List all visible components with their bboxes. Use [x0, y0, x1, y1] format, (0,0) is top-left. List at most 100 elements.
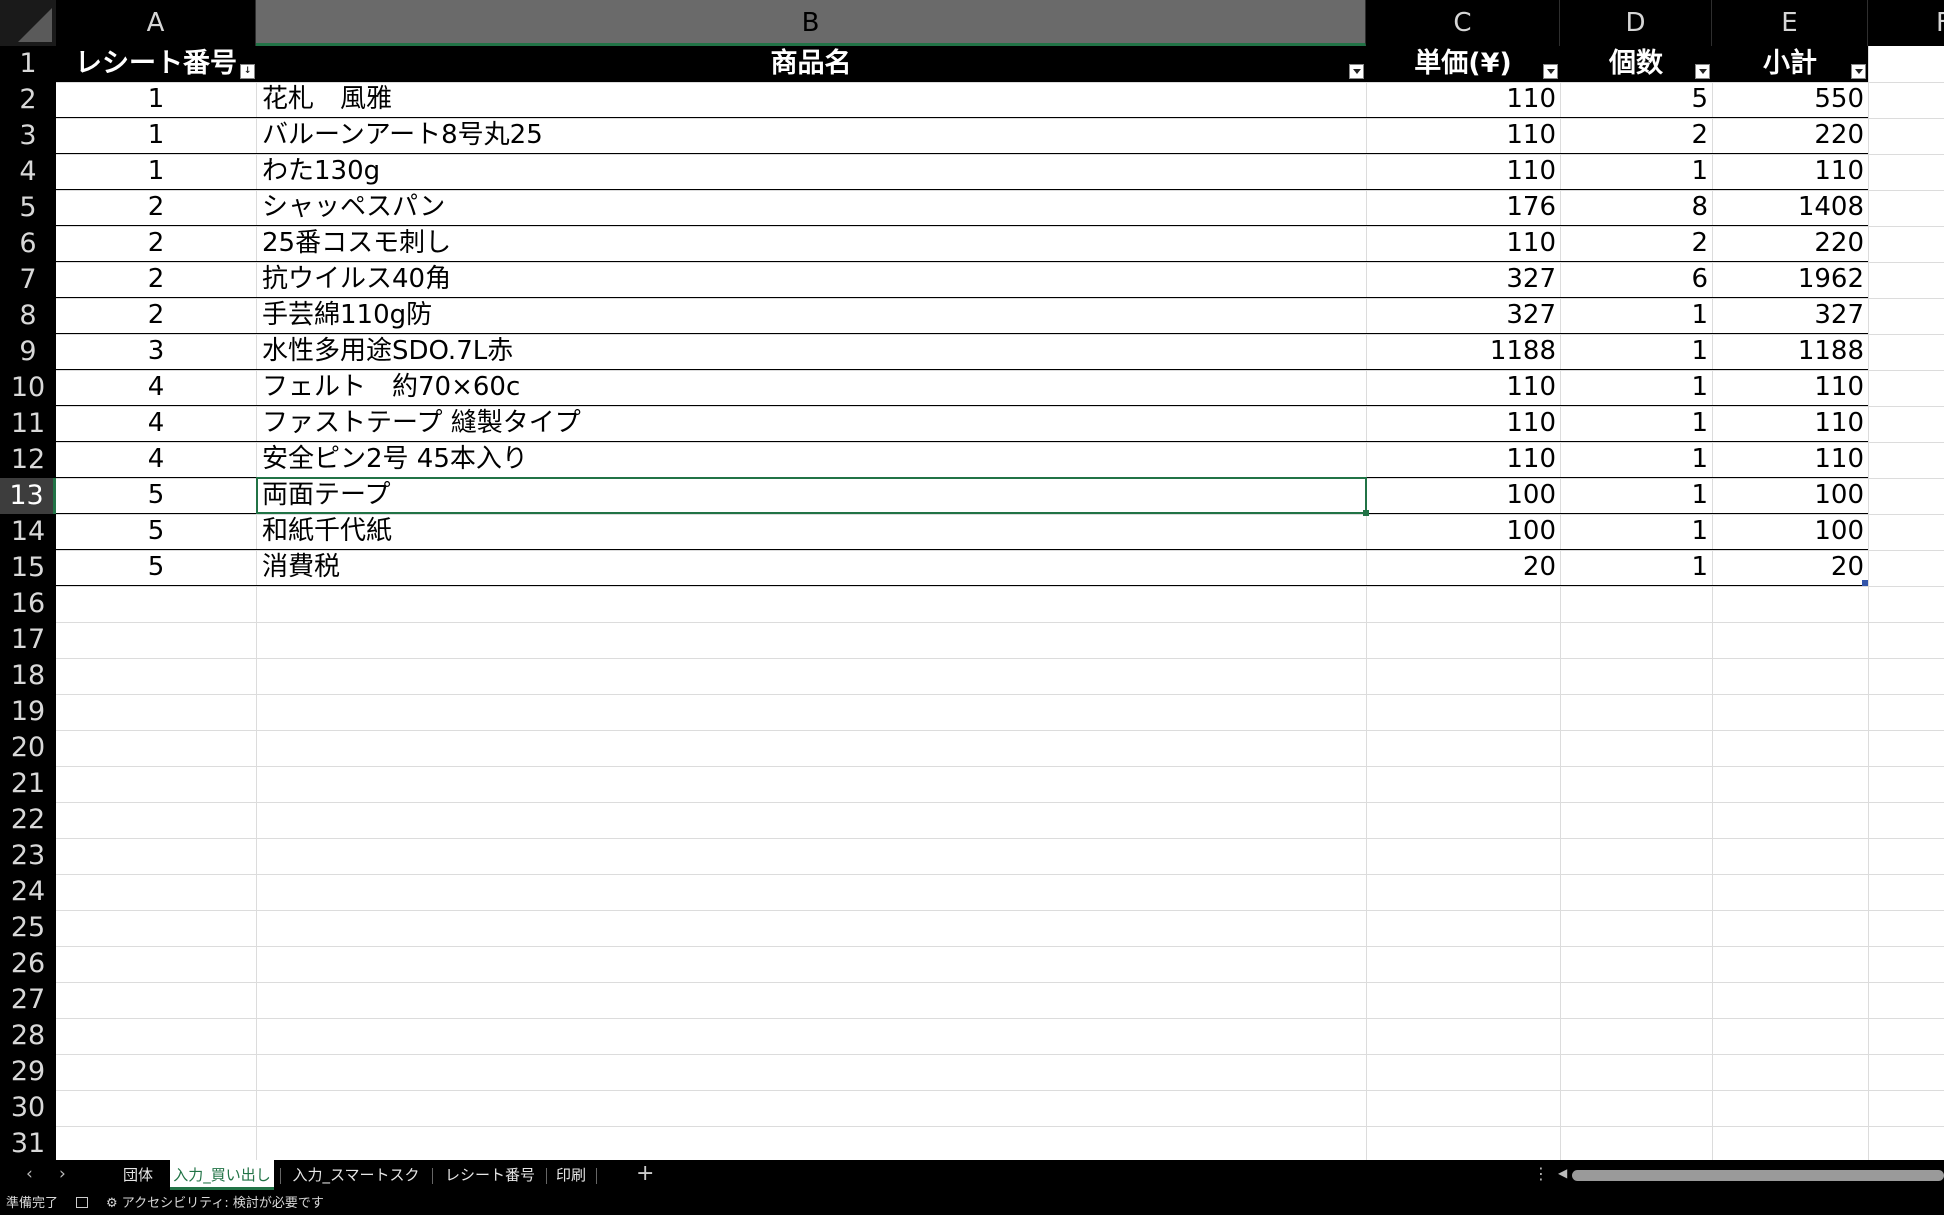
cell-subtotal[interactable]: 220: [1712, 226, 1868, 262]
row-header[interactable]: 8: [0, 298, 56, 334]
cell-unit-price[interactable]: 20: [1366, 550, 1560, 586]
table-header-product-name[interactable]: 商品名: [256, 46, 1366, 82]
cell-unit-price[interactable]: 110: [1366, 370, 1560, 406]
column-header-d[interactable]: D: [1560, 0, 1712, 46]
row-header[interactable]: 6: [0, 226, 56, 262]
cell-unit-price[interactable]: 110: [1366, 226, 1560, 262]
cell-product-name[interactable]: バルーンアート8号丸25: [256, 118, 1366, 154]
row-header[interactable]: 5: [0, 190, 56, 226]
sheet-tab-dantai[interactable]: 団体: [112, 1160, 164, 1190]
cell-quantity[interactable]: 1: [1560, 406, 1712, 442]
cell-unit-price[interactable]: 110: [1366, 154, 1560, 190]
cell-receipt-no[interactable]: 5: [56, 514, 256, 550]
cell-quantity[interactable]: 1: [1560, 478, 1712, 514]
column-header-f[interactable]: F: [1868, 0, 1944, 46]
cell-receipt-no[interactable]: 2: [56, 190, 256, 226]
table-header-receipt-no[interactable]: レシート番号 ↓: [56, 46, 256, 82]
cell-subtotal[interactable]: 1408: [1712, 190, 1868, 226]
cell-product-name[interactable]: シャッペスパン: [256, 190, 1366, 226]
cell-receipt-no[interactable]: 4: [56, 406, 256, 442]
filter-dropdown-icon[interactable]: [1543, 64, 1558, 79]
cell-unit-price[interactable]: 100: [1366, 478, 1560, 514]
cell-quantity[interactable]: 5: [1560, 82, 1712, 118]
sheet-tab-receipt-number[interactable]: レシート番号別: [438, 1160, 542, 1214]
cell-unit-price[interactable]: 110: [1366, 118, 1560, 154]
fill-handle[interactable]: [1363, 510, 1369, 516]
cell-subtotal[interactable]: 20: [1712, 550, 1868, 586]
cell-receipt-no[interactable]: 1: [56, 82, 256, 118]
row-header[interactable]: 12: [0, 442, 56, 478]
filter-dropdown-icon[interactable]: [1695, 64, 1710, 79]
column-header-c[interactable]: C: [1366, 0, 1560, 46]
table-resize-handle[interactable]: [1862, 580, 1868, 586]
cell-receipt-no[interactable]: 5: [56, 478, 256, 514]
cell-unit-price[interactable]: 110: [1366, 406, 1560, 442]
row-header[interactable]: 11: [0, 406, 56, 442]
select-all-corner[interactable]: [0, 0, 56, 46]
row-header[interactable]: 9: [0, 334, 56, 370]
column-header-a[interactable]: A: [56, 0, 256, 46]
cell-receipt-no[interactable]: 2: [56, 226, 256, 262]
cell-product-name[interactable]: 25番コスモ刺し: [256, 226, 1366, 262]
cell-receipt-no[interactable]: 4: [56, 442, 256, 478]
cell-subtotal[interactable]: 327: [1712, 298, 1868, 334]
cell-subtotal[interactable]: 100: [1712, 514, 1868, 550]
row-header[interactable]: 19: [0, 694, 56, 730]
add-sheet-button[interactable]: +: [636, 1161, 654, 1186]
cell-unit-price[interactable]: 110: [1366, 442, 1560, 478]
spreadsheet-grid[interactable]: A B C D E F 1 2 3 4 5 6 7 8 9 10 11 12 13 14 15 16 17 18 1…: [0, 0, 1944, 1160]
macro-record-icon[interactable]: [76, 1197, 88, 1208]
prev-sheet-button[interactable]: ‹: [26, 1164, 33, 1184]
cell-receipt-no[interactable]: 1: [56, 118, 256, 154]
cell-quantity[interactable]: 1: [1560, 550, 1712, 586]
cell-product-name[interactable]: 和紙千代紙: [256, 514, 1366, 550]
cell-unit-price[interactable]: 1188: [1366, 334, 1560, 370]
row-header[interactable]: 31: [0, 1126, 56, 1160]
cell-subtotal[interactable]: 110: [1712, 370, 1868, 406]
cell-quantity[interactable]: 1: [1560, 370, 1712, 406]
row-header[interactable]: 4: [0, 154, 56, 190]
cell-quantity[interactable]: 1: [1560, 334, 1712, 370]
row-header[interactable]: 7: [0, 262, 56, 298]
filter-dropdown-icon[interactable]: [1349, 64, 1364, 79]
cell-unit-price[interactable]: 100: [1366, 514, 1560, 550]
row-header[interactable]: 21: [0, 766, 56, 802]
row-header[interactable]: 1: [0, 46, 56, 82]
cell-quantity[interactable]: 1: [1560, 514, 1712, 550]
accessibility-status[interactable]: ⚙ アクセシビリティ: 検討が必要です: [106, 1192, 324, 1215]
row-header[interactable]: 27: [0, 982, 56, 1018]
cell-subtotal[interactable]: 550: [1712, 82, 1868, 118]
cell-subtotal[interactable]: 1962: [1712, 262, 1868, 298]
cell-subtotal[interactable]: 110: [1712, 442, 1868, 478]
row-header[interactable]: 30: [0, 1090, 56, 1126]
cell-product-name[interactable]: 水性多用途SDO.7L赤: [256, 334, 1366, 370]
row-header[interactable]: 22: [0, 802, 56, 838]
cell-quantity[interactable]: 8: [1560, 190, 1712, 226]
cell-unit-price[interactable]: 176: [1366, 190, 1560, 226]
row-header[interactable]: 3: [0, 118, 56, 154]
cell-product-name[interactable]: わた130g: [256, 154, 1366, 190]
horizontal-scrollbar-thumb[interactable]: [1572, 1170, 1944, 1181]
cell-product-name[interactable]: 消費税: [256, 550, 1366, 586]
sheet-tab-input-shopping[interactable]: 入力_買い出し: [170, 1160, 274, 1190]
cell-subtotal[interactable]: 100: [1712, 478, 1868, 514]
cell-receipt-no[interactable]: 2: [56, 262, 256, 298]
cell-product-name[interactable]: フェルト 約70×60c: [256, 370, 1366, 406]
sheet-tab-input-smartschool[interactable]: 入力_スマートスクール: [286, 1160, 426, 1214]
table-header-unit-price[interactable]: 単価(¥): [1366, 46, 1560, 82]
row-header[interactable]: 24: [0, 874, 56, 910]
row-header[interactable]: 2: [0, 82, 56, 118]
row-header[interactable]: 15: [0, 550, 56, 586]
cell-product-name[interactable]: 抗ウイルス40角: [256, 262, 1366, 298]
filter-dropdown-icon[interactable]: [1851, 64, 1866, 79]
scroll-left-icon[interactable]: ◀: [1558, 1166, 1567, 1180]
cell-receipt-no[interactable]: 4: [56, 370, 256, 406]
sort-filter-icon[interactable]: ↓: [240, 64, 255, 79]
row-header[interactable]: 23: [0, 838, 56, 874]
cell-unit-price[interactable]: 327: [1366, 262, 1560, 298]
cell-subtotal[interactable]: 1188: [1712, 334, 1868, 370]
row-header[interactable]: 17: [0, 622, 56, 658]
row-header[interactable]: 16: [0, 586, 56, 622]
more-options-icon[interactable]: ⋮: [1533, 1164, 1549, 1183]
cell-product-name[interactable]: 安全ピン2号 45本入り: [256, 442, 1366, 478]
